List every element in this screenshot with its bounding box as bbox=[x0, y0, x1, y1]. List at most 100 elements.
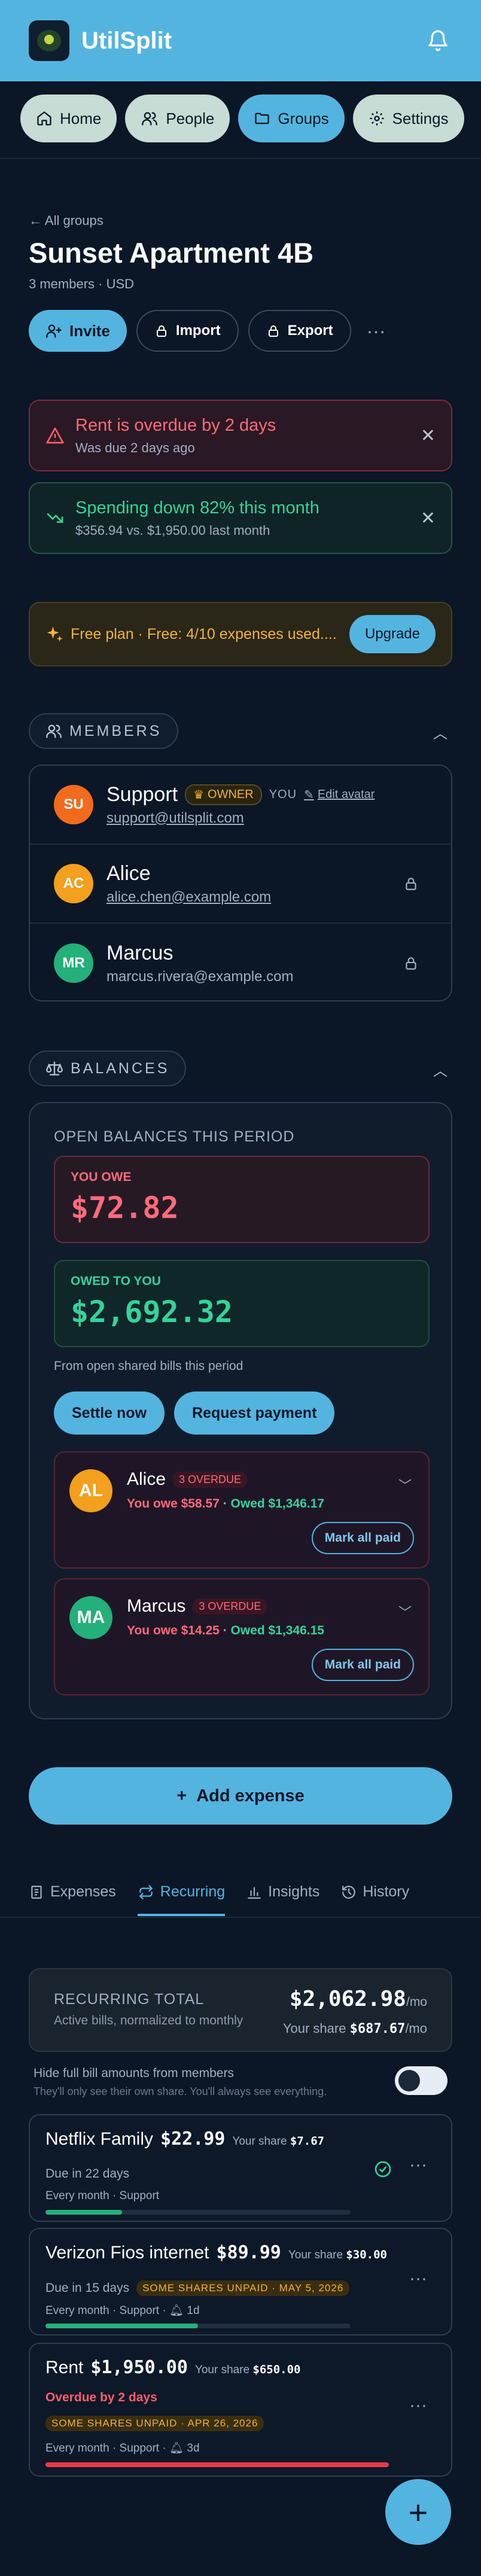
settle-now-button[interactable]: Settle now bbox=[54, 1391, 165, 1435]
chevron-down-icon[interactable]: ﹀ bbox=[398, 1602, 412, 1621]
overdue-alert-sub: Was due 2 days ago bbox=[75, 440, 195, 455]
tab-history-label: History bbox=[363, 1883, 410, 1900]
avatar: AC bbox=[54, 864, 93, 903]
hide-amounts-toggle[interactable] bbox=[395, 2066, 447, 2095]
unpaid-badge: SOME SHARES UNPAID · APR 26, 2026 bbox=[45, 2416, 264, 2431]
receipt-icon bbox=[31, 1885, 42, 1899]
chevron-up-icon[interactable]: ︿ bbox=[433, 721, 447, 742]
balance-person-card[interactable]: MA Marcus 3 OVERDUE You owe $14.25 · Owe… bbox=[54, 1578, 430, 1695]
add-expense-button[interactable]: + Add expense bbox=[29, 1767, 452, 1825]
tab-expenses[interactable]: Expenses bbox=[29, 1883, 116, 1916]
overdue-badge: 3 OVERDUE bbox=[193, 1598, 267, 1615]
tab-history[interactable]: History bbox=[341, 1883, 409, 1916]
avatar: SU bbox=[54, 785, 93, 824]
app-title: UtilSplit bbox=[81, 27, 172, 54]
more-options-icon[interactable]: ··· bbox=[409, 2155, 427, 2175]
you-owe-text: You owe $14.25 bbox=[127, 1624, 220, 1637]
lock-icon bbox=[156, 325, 166, 337]
member-name: Alice bbox=[106, 861, 151, 885]
invite-button[interactable]: Invite bbox=[29, 310, 127, 352]
crown-icon: ♛ bbox=[193, 788, 205, 802]
nav-home[interactable]: Home bbox=[20, 95, 117, 142]
nav-settings-label: Settings bbox=[392, 109, 449, 127]
add-fab-button[interactable]: + bbox=[385, 2479, 451, 2545]
members-section-header[interactable]: MEMBERS bbox=[29, 713, 179, 749]
back-link[interactable]: ← All groups bbox=[29, 213, 103, 229]
close-icon[interactable]: ✕ bbox=[421, 425, 436, 446]
scale-icon bbox=[45, 1061, 63, 1076]
chevron-down-icon[interactable]: ﹀ bbox=[398, 1475, 412, 1494]
content-tabs: Expenses Recurring Insights History bbox=[29, 1883, 409, 1916]
unpaid-badge: SOME SHARES UNPAID · MAY 5, 2026 bbox=[136, 2280, 350, 2296]
overdue-alert-title: Rent is overdue by 2 days bbox=[75, 415, 276, 435]
spending-alert: Spending down 82% this month $356.94 vs.… bbox=[29, 482, 452, 554]
bill-progress bbox=[45, 2210, 351, 2215]
tab-recurring[interactable]: Recurring bbox=[137, 1883, 226, 1916]
you-owe-label: YOU OWE bbox=[71, 1170, 132, 1184]
nav-settings[interactable]: Settings bbox=[352, 95, 464, 142]
chevron-up-icon[interactable]: ︿ bbox=[433, 1059, 447, 1080]
overdue-alert: Rent is overdue by 2 days Was due 2 days… bbox=[29, 400, 452, 471]
more-options-icon[interactable]: ··· bbox=[409, 2395, 427, 2416]
mark-all-paid-button[interactable]: Mark all paid bbox=[311, 1522, 414, 1554]
member-email[interactable]: alice.chen@example.com bbox=[106, 889, 271, 906]
balances-card: OPEN BALANCES THIS PERIOD YOU OWE $72.82… bbox=[29, 1102, 452, 1719]
bill-due: Due in 15 days bbox=[45, 2281, 130, 2295]
member-name: Marcus bbox=[106, 941, 173, 964]
bill-name: Netflix Family bbox=[45, 2129, 154, 2149]
request-payment-button[interactable]: Request payment bbox=[174, 1391, 335, 1435]
bill-share: $7.67 bbox=[290, 2135, 325, 2148]
recurring-total-per: /mo bbox=[406, 1995, 427, 2009]
more-options-icon[interactable]: ··· bbox=[409, 2269, 427, 2289]
balance-person-card[interactable]: AL Alice 3 OVERDUE You owe $58.57 · Owed… bbox=[54, 1451, 430, 1569]
people-icon bbox=[46, 724, 62, 738]
you-label: YOU bbox=[269, 787, 297, 801]
recurring-total-card: RECURRING TOTAL Active bills, normalized… bbox=[29, 1968, 452, 2052]
nav-groups[interactable]: Groups bbox=[238, 95, 345, 142]
more-options-icon[interactable]: ··· bbox=[367, 320, 386, 342]
upgrade-button[interactable]: Upgrade bbox=[349, 615, 436, 653]
tab-expenses-label: Expenses bbox=[50, 1883, 116, 1900]
export-button[interactable]: Export bbox=[248, 310, 351, 352]
person-name: Marcus bbox=[127, 1596, 186, 1616]
member-name: Support bbox=[106, 782, 178, 806]
avatar: MA bbox=[69, 1596, 112, 1639]
you-owe-text: You owe $58.57 bbox=[127, 1497, 220, 1511]
bill-share-label: Your share bbox=[232, 2135, 287, 2148]
edit-avatar-label: Edit avatar bbox=[317, 787, 375, 801]
member-email[interactable]: support@utilsplit.com bbox=[106, 810, 375, 827]
bell-icon[interactable] bbox=[424, 26, 452, 55]
owed-text: Owed $1,346.15 bbox=[230, 1624, 324, 1637]
bill-frequency: Every month · Support · 🔔︎ 1d bbox=[45, 2303, 200, 2318]
import-button[interactable]: Import bbox=[136, 310, 239, 352]
bill-progress bbox=[45, 2462, 389, 2467]
close-icon[interactable]: ✕ bbox=[421, 508, 436, 529]
recurring-total-sub: Active bills, normalized to monthly bbox=[54, 2014, 243, 2027]
bill-card[interactable]: Verizon Fios internet $89.99 Your share … bbox=[29, 2228, 452, 2336]
group-subtitle: 3 members · USD bbox=[29, 276, 135, 291]
app-logo[interactable] bbox=[29, 20, 69, 61]
owner-badge-label: OWNER bbox=[208, 787, 254, 801]
pencil-icon: ✎ bbox=[304, 788, 314, 802]
balances-section-header[interactable]: BALANCES bbox=[29, 1051, 187, 1086]
bill-progress-fill bbox=[45, 2462, 389, 2467]
members-header-label: MEMBERS bbox=[69, 722, 162, 739]
recurring-share-label: Your share bbox=[282, 2021, 346, 2036]
spending-alert-title: Spending down 82% this month bbox=[75, 498, 319, 517]
mark-all-paid-button[interactable]: Mark all paid bbox=[311, 1649, 414, 1681]
bill-amount: $22.99 bbox=[160, 2129, 226, 2149]
recurring-total-amount: $2,062.98 bbox=[289, 1987, 406, 2011]
bill-card[interactable]: Netflix Family $22.99 Your share $7.67 D… bbox=[29, 2114, 452, 2222]
page-title: Sunset Apartment 4B bbox=[29, 237, 314, 269]
bill-name: Verizon Fios internet bbox=[45, 2243, 209, 2263]
tabs-divider bbox=[0, 1917, 481, 1918]
nav-people[interactable]: People bbox=[125, 95, 230, 142]
bill-frequency: Every month · Support bbox=[45, 2190, 160, 2202]
export-label: Export bbox=[287, 322, 333, 339]
edit-avatar-link[interactable]: ✎ Edit avatar bbox=[304, 787, 375, 802]
bell-icon: 🔔︎ bbox=[169, 2442, 184, 2455]
history-icon bbox=[342, 1885, 356, 1899]
tab-insights[interactable]: Insights bbox=[246, 1883, 319, 1916]
bill-share: $650.00 bbox=[252, 2363, 301, 2376]
bill-card[interactable]: Rent $1,950.00 Your share $650.00 Overdu… bbox=[29, 2343, 452, 2477]
